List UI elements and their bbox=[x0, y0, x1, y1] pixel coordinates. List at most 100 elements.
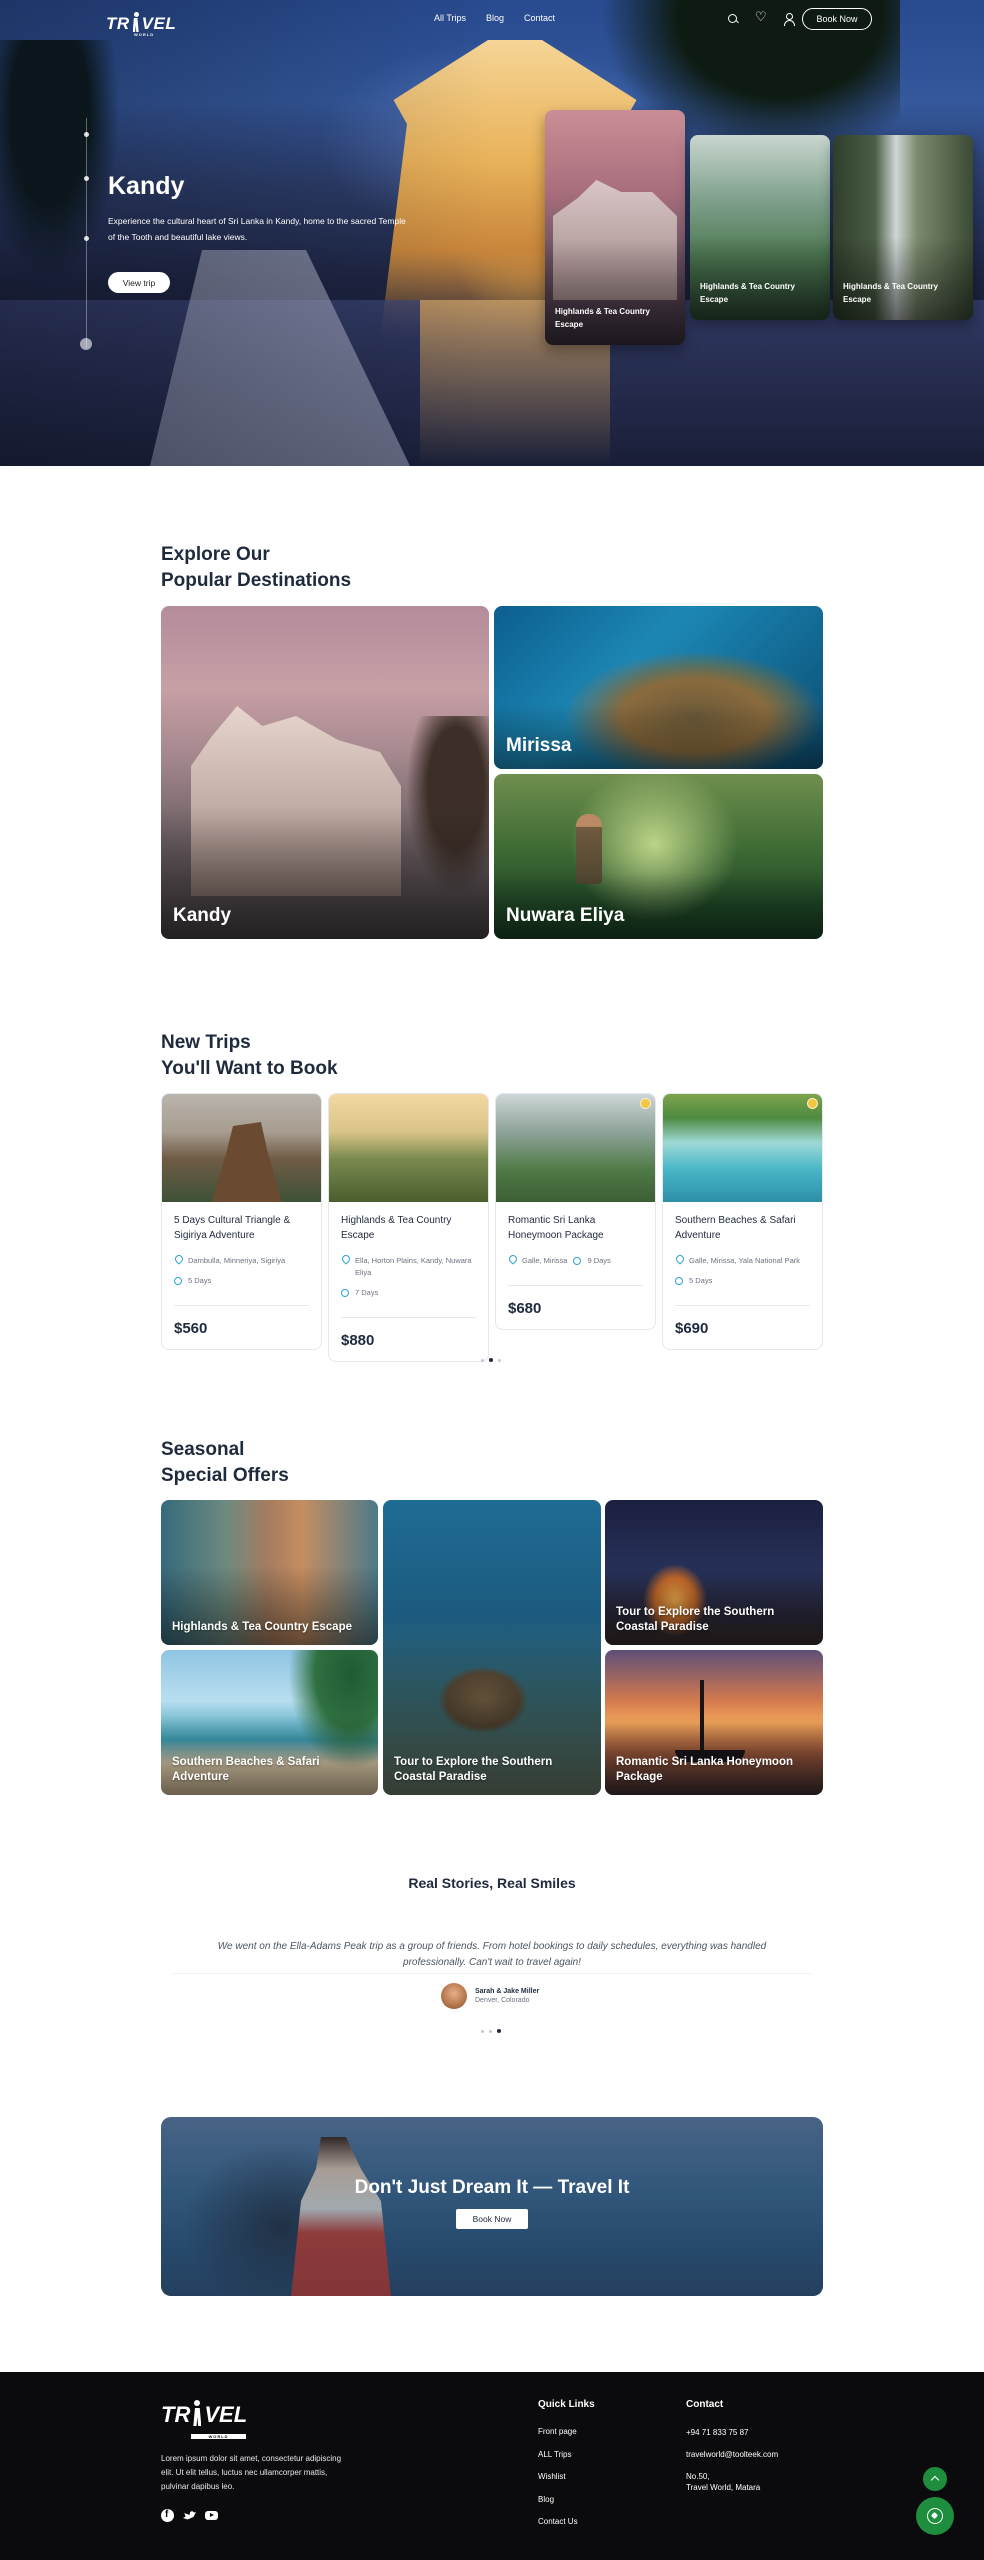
offer-card[interactable]: Highlands & Tea Country Escape bbox=[161, 1500, 378, 1645]
location-pin-icon bbox=[174, 1255, 182, 1264]
twitter-icon[interactable] bbox=[183, 2509, 196, 2522]
offer-card[interactable]: Tour to Explore the Southern Coastal Par… bbox=[383, 1500, 601, 1795]
location-pin-icon bbox=[341, 1255, 349, 1264]
footer-logo[interactable]: T R VEL WORLD bbox=[161, 2400, 247, 2439]
offer-label: Tour to Explore the Southern Coastal Par… bbox=[394, 1756, 553, 1783]
favorite-badge-icon[interactable] bbox=[640, 1098, 651, 1109]
location-pin-icon bbox=[508, 1255, 516, 1264]
testimonial-divider bbox=[172, 1973, 812, 1974]
location-pin-icon bbox=[675, 1255, 683, 1264]
clock-icon bbox=[675, 1277, 683, 1285]
carousel-dot[interactable] bbox=[481, 2029, 484, 2033]
hero-card-label: Highlands & Tea Country Escape bbox=[555, 307, 650, 329]
footer-link-front-page[interactable]: Front page bbox=[538, 2427, 578, 2437]
hiker-icon bbox=[131, 12, 141, 34]
destination-name: Nuwara Eliya bbox=[506, 905, 625, 926]
site-logo[interactable]: T R VEL WORLD bbox=[106, 6, 176, 37]
trip-card[interactable]: Romantic Sri Lanka Honeymoon Package Gal… bbox=[495, 1093, 656, 1330]
view-trip-button[interactable]: View trip bbox=[108, 272, 170, 293]
carousel-dot-active[interactable] bbox=[489, 1358, 493, 1362]
hero-title: Kandy bbox=[108, 172, 185, 200]
clock-icon bbox=[573, 1257, 582, 1265]
trip-card[interactable]: Highlands & Tea Country Escape Ella, Hor… bbox=[328, 1093, 489, 1362]
avatar bbox=[441, 1983, 467, 2009]
page: TRVEL WORLD All Trips Blog Contact Book … bbox=[0, 0, 984, 2560]
hero-trip-card[interactable]: Highlands & Tea Country Escape bbox=[545, 110, 685, 345]
clock-icon bbox=[174, 1277, 182, 1285]
carousel-dot[interactable] bbox=[481, 1358, 484, 1362]
contact-heading: Contact bbox=[686, 2399, 724, 2410]
trip-duration: 5 Days bbox=[188, 1276, 212, 1285]
whatsapp-chat-icon[interactable] bbox=[916, 2497, 954, 2535]
offer-card[interactable]: Romantic Sri Lanka Honeymoon Package bbox=[605, 1650, 823, 1795]
social-links bbox=[161, 2509, 218, 2522]
search-icon[interactable] bbox=[727, 13, 739, 25]
footer-link-all-trips[interactable]: ALL Trips bbox=[538, 2450, 578, 2460]
trip-price: $690 bbox=[675, 1320, 709, 1337]
testimonial-quote: We went on the Ella-Adams Peak trip as a… bbox=[217, 1941, 767, 1968]
testimonials-title: Real Stories, Real Smiles bbox=[408, 1875, 576, 1891]
contact-email[interactable]: travelworld@toolteek.com bbox=[686, 2449, 778, 2460]
destination-card-mirissa[interactable]: Mirissa bbox=[494, 606, 823, 769]
carousel-dot-active[interactable] bbox=[497, 2029, 501, 2033]
nav-link-blog[interactable]: Blog bbox=[486, 13, 504, 23]
nav-link-contact[interactable]: Contact bbox=[524, 13, 555, 23]
hero-card-label: Highlands & Tea Country Escape bbox=[700, 282, 795, 304]
hero-slider-dot[interactable] bbox=[84, 132, 89, 137]
nav-icons bbox=[727, 10, 795, 26]
account-user-icon[interactable] bbox=[783, 13, 795, 26]
logo-subtext: WORLD bbox=[134, 32, 155, 37]
hero-slider-track bbox=[86, 118, 87, 348]
trip-location: Galle, Mirissa, Yala National Park bbox=[689, 1256, 801, 1265]
footer bbox=[0, 2372, 984, 2560]
footer-link-blog[interactable]: Blog bbox=[538, 2495, 578, 2505]
author-location: Denver, Colorado bbox=[475, 1997, 530, 2004]
trip-card[interactable]: 5 Days Cultural Triangle & Sigiriya Adve… bbox=[161, 1093, 322, 1350]
footer-link-wishlist[interactable]: Wishlist bbox=[538, 2472, 578, 2482]
quick-links-heading: Quick Links bbox=[538, 2399, 595, 2410]
wishlist-heart-icon[interactable] bbox=[755, 10, 767, 25]
offer-label: Southern Beaches & Safari Adventure bbox=[172, 1756, 320, 1783]
hero-slider-dot-active[interactable] bbox=[80, 338, 92, 350]
cta-book-now-button[interactable]: Book Now bbox=[456, 2209, 528, 2229]
hero-trip-card[interactable]: Highlands & Tea Country Escape bbox=[833, 135, 973, 320]
destinations-title: Explore Our Popular Destinations bbox=[161, 544, 352, 591]
hero-card-label: Highlands & Tea Country Escape bbox=[843, 282, 938, 304]
hero-slider-dot[interactable] bbox=[84, 176, 89, 181]
hiker-icon bbox=[191, 2400, 203, 2428]
offer-label: Highlands & Tea Country Escape bbox=[172, 1621, 352, 1633]
hero-slider-dot[interactable] bbox=[84, 236, 89, 241]
scroll-to-top-button[interactable] bbox=[923, 2467, 947, 2491]
contact-details: +94 71 833 75 87 travelworld@toolteek.co… bbox=[686, 2427, 778, 2504]
offer-label: Tour to Explore the Southern Coastal Par… bbox=[616, 1606, 775, 1633]
top-navbar: TRVEL WORLD All Trips Blog Contact Book … bbox=[0, 0, 984, 40]
nav-link-all-trips[interactable]: All Trips bbox=[434, 13, 466, 23]
footer-link-contact-us[interactable]: Contact Us bbox=[538, 2517, 578, 2527]
trip-image bbox=[162, 1094, 321, 1202]
offer-card[interactable]: Southern Beaches & Safari Adventure bbox=[161, 1650, 378, 1795]
youtube-icon[interactable] bbox=[205, 2509, 218, 2522]
contact-phone[interactable]: +94 71 833 75 87 bbox=[686, 2427, 778, 2438]
new-trips-title: New Trips You'll Want to Book bbox=[161, 1032, 338, 1079]
trip-image bbox=[329, 1094, 488, 1202]
destination-card-kandy[interactable]: Kandy bbox=[161, 606, 489, 939]
carousel-dot[interactable] bbox=[489, 2029, 492, 2033]
offer-card[interactable]: Tour to Explore the Southern Coastal Par… bbox=[605, 1500, 823, 1645]
trip-location: Dambulla, Minneriya, Sigiriya bbox=[188, 1256, 286, 1265]
trip-price: $560 bbox=[174, 1320, 208, 1337]
destination-name: Kandy bbox=[173, 905, 232, 926]
trip-image bbox=[496, 1094, 655, 1202]
facebook-icon[interactable] bbox=[161, 2509, 174, 2522]
main-menu: All Trips Blog Contact bbox=[434, 13, 555, 23]
trip-location: Galle, Mirissa bbox=[522, 1256, 568, 1265]
author-name: Sarah & Jake Miller bbox=[475, 1988, 540, 1995]
hero-trip-card[interactable]: Highlands & Tea Country Escape bbox=[690, 135, 830, 320]
book-now-button[interactable]: Book Now bbox=[802, 8, 872, 30]
destination-card-nuwara-eliya[interactable]: Nuwara Eliya bbox=[494, 774, 823, 939]
favorite-badge-icon[interactable] bbox=[807, 1098, 818, 1109]
carousel-dot[interactable] bbox=[498, 1358, 501, 1362]
trip-card[interactable]: Southern Beaches & Safari Adventure Gall… bbox=[662, 1093, 823, 1350]
contact-address-line1: No.50, bbox=[686, 2472, 710, 2481]
clock-icon bbox=[341, 1289, 349, 1297]
footer-logo-subtext: WORLD bbox=[191, 2434, 246, 2439]
